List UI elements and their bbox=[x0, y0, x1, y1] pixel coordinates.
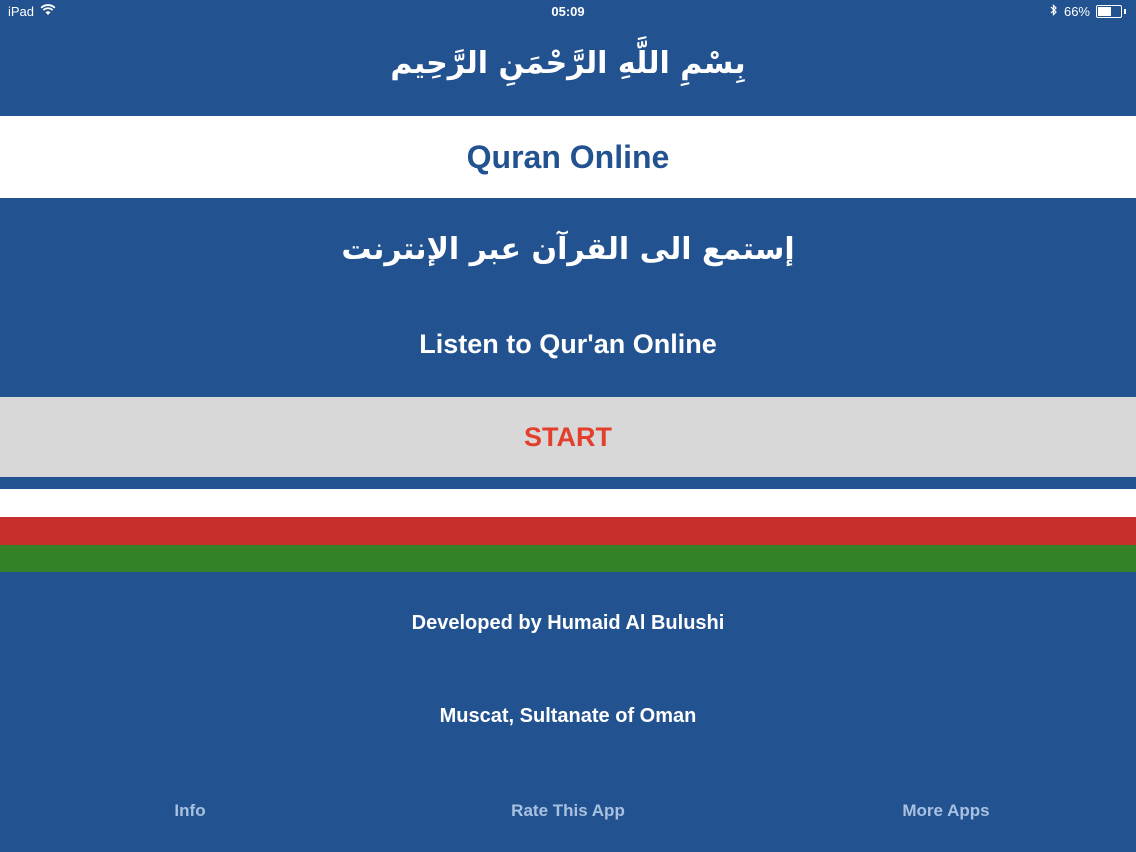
flag-stripe-green bbox=[0, 545, 1136, 572]
developer-credit: Developed by Humaid Al Bulushi bbox=[411, 612, 725, 634]
status-time: 05:09 bbox=[551, 4, 585, 19]
flag-stripe-red bbox=[0, 517, 1136, 545]
arabic-subtitle: إستمع الى القرآن عبر الإنترنت bbox=[341, 232, 795, 267]
battery-level bbox=[1098, 7, 1112, 16]
bluetooth-icon bbox=[1050, 4, 1058, 19]
flag-stripe-white bbox=[0, 489, 1136, 517]
bottom-tabbar: Info Rate This App More Apps bbox=[0, 796, 1136, 826]
rate-app-button[interactable]: Rate This App bbox=[478, 796, 658, 826]
basmala: بِسْمِ اللَّهِ الرَّحْمَنِ الرَّحِيم bbox=[390, 46, 746, 81]
start-button[interactable]: START bbox=[0, 397, 1136, 477]
more-apps-button[interactable]: More Apps bbox=[876, 796, 1016, 826]
location-credit: Muscat, Sultanate of Oman bbox=[439, 705, 697, 727]
status-right: 66% bbox=[1050, 4, 1126, 19]
status-bar: iPad 05:09 66% bbox=[0, 0, 1136, 24]
battery-percent: 66% bbox=[1063, 4, 1090, 19]
info-button[interactable]: Info bbox=[140, 796, 240, 826]
battery-cap bbox=[1124, 9, 1126, 14]
battery-icon bbox=[1096, 5, 1122, 18]
app-title: Quran Online bbox=[0, 116, 1136, 198]
english-subtitle: Listen to Qur'an Online bbox=[419, 329, 717, 359]
